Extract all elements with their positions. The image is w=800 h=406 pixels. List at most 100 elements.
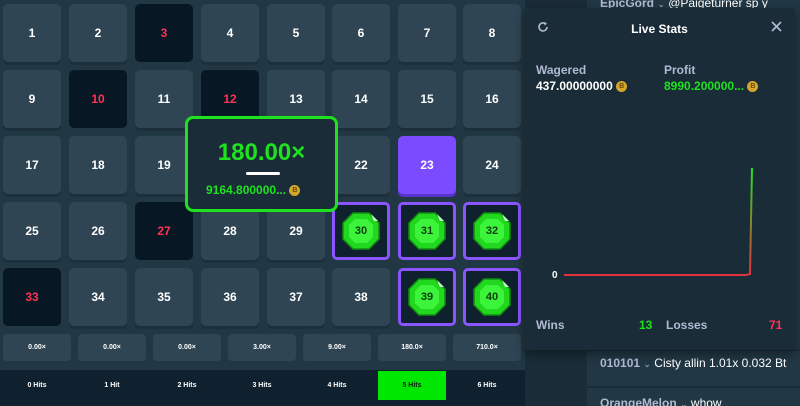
- losses-label: Losses: [666, 318, 708, 332]
- hits-row: 0 Hits 1 Hit 2 Hits 3 Hits 4 Hits 5 Hits 6 Hit…: [0, 370, 525, 406]
- payout-multiplier: 3.00×: [228, 334, 296, 361]
- profit-value: 8990.200000... B: [664, 79, 759, 93]
- tile-number: 40: [485, 291, 499, 303]
- keno-tile[interactable]: 16: [463, 70, 521, 128]
- keno-tile[interactable]: 34: [69, 268, 127, 326]
- coin-icon: B: [747, 81, 759, 93]
- keno-tile[interactable]: 23: [398, 136, 456, 194]
- gem-icon: 31: [407, 211, 447, 251]
- tile-number: 4: [226, 26, 234, 40]
- keno-tile[interactable]: 27: [135, 202, 193, 260]
- tile-number: 12: [223, 92, 237, 106]
- chevron-down-icon: ⌄: [680, 399, 688, 406]
- gem-icon: 40: [472, 277, 512, 317]
- tile-number: 34: [91, 290, 105, 304]
- keno-tile[interactable]: 4: [201, 4, 259, 62]
- profit-chart-svg: 0: [552, 167, 753, 281]
- keno-tile[interactable]: 25: [3, 202, 61, 260]
- keno-tile[interactable]: 35: [135, 268, 193, 326]
- wagered-value: 437.00000000 B: [536, 79, 628, 93]
- keno-tile[interactable]: 9: [3, 70, 61, 128]
- keno-tile[interactable]: 7: [398, 4, 456, 62]
- tile-number: 36: [223, 290, 237, 304]
- chat-message: 010101 ⌄ Cisty allin 1.01x 0.032 Bt: [600, 356, 786, 370]
- keno-tile[interactable]: 2: [69, 4, 127, 62]
- wagered-label: Wagered: [536, 63, 587, 77]
- tile-number: 23: [420, 158, 434, 172]
- gem-icon: 30: [341, 211, 381, 251]
- chat-text: Cisty allin 1.01x 0.032 Bt: [654, 356, 787, 370]
- hits-count-cell: 1 Hit: [104, 382, 120, 389]
- tile-number: 13: [289, 92, 303, 106]
- keno-tile[interactable]: 38: [332, 268, 390, 326]
- close-icon[interactable]: [770, 20, 783, 38]
- chart-zero-label: 0: [552, 270, 558, 281]
- keno-tile[interactable]: 33: [3, 268, 61, 326]
- keno-tile[interactable]: 26: [69, 202, 127, 260]
- keno-tile[interactable]: 40: [463, 268, 521, 326]
- tile-number: 26: [91, 224, 105, 238]
- keno-tile[interactable]: 14: [332, 70, 390, 128]
- chat-divider: [587, 386, 800, 388]
- keno-tile[interactable]: 5: [267, 4, 325, 62]
- payout-multiplier: 9.00×: [303, 334, 371, 361]
- keno-tile[interactable]: 17: [3, 136, 61, 194]
- tile-number: 22: [354, 158, 368, 172]
- chevron-down-icon: ⌄: [643, 359, 651, 369]
- profit-amount: 8990.200000...: [664, 79, 745, 93]
- win-amount: 9164.800000... B: [206, 183, 301, 197]
- chat-message: OrangeMelon ⌄ whow: [600, 396, 722, 406]
- profit-spike-line: [745, 167, 753, 276]
- keno-tile[interactable]: 6: [332, 4, 390, 62]
- hits-count-cell: 5 Hits: [378, 371, 446, 400]
- tile-number: 7: [423, 26, 431, 40]
- hits-count-cell: 2 Hits: [177, 382, 197, 389]
- tile-number: 32: [485, 225, 499, 237]
- root: EpicGord ⌄ @Paigeturner sp y 010101 ⌄ Ci…: [0, 0, 800, 406]
- payout-multiplier: 0.00×: [78, 334, 146, 361]
- keno-tile[interactable]: 22: [332, 136, 390, 194]
- gem-icon: 39: [407, 277, 447, 317]
- keno-tile[interactable]: 39: [398, 268, 456, 326]
- tile-number: 10: [91, 92, 105, 106]
- keno-tile[interactable]: 10: [69, 70, 127, 128]
- coin-icon: B: [616, 81, 628, 93]
- keno-tile[interactable]: 18: [69, 136, 127, 194]
- keno-tile[interactable]: 37: [267, 268, 325, 326]
- payout-multiplier: 710.0×: [453, 334, 521, 361]
- profit-label: Profit: [664, 63, 696, 77]
- keno-tile[interactable]: 15: [398, 70, 456, 128]
- payout-row: 0.00× 0.00× 0.00× 3.00× 9.00× 180.0× 710.0×: [0, 331, 525, 366]
- tile-number: 5: [292, 26, 300, 40]
- win-amount-value: 9164.800000...: [206, 183, 287, 197]
- payout-multiplier: 0.00×: [153, 334, 221, 361]
- keno-tile[interactable]: 3: [135, 4, 193, 62]
- tile-number: 27: [157, 224, 171, 238]
- losses-value: 71: [769, 318, 783, 332]
- keno-tile[interactable]: 11: [135, 70, 193, 128]
- tile-number: 15: [420, 92, 434, 106]
- tile-number: 39: [420, 291, 434, 303]
- payout-multiplier: 0.00×: [3, 334, 71, 361]
- keno-tile[interactable]: 32: [463, 202, 521, 260]
- keno-tile[interactable]: 24: [463, 136, 521, 194]
- tile-number: 19: [157, 158, 171, 172]
- keno-tile[interactable]: 31: [398, 202, 456, 260]
- chat-username[interactable]: OrangeMelon: [600, 396, 677, 406]
- tile-number: 6: [357, 26, 365, 40]
- tile-number: 3: [160, 26, 168, 40]
- payout-multiplier: 180.0×: [378, 334, 446, 361]
- wins-value: 13: [639, 318, 653, 332]
- keno-tile[interactable]: 1: [3, 4, 61, 62]
- wins-label: Wins: [536, 318, 565, 332]
- keno-tile[interactable]: 8: [463, 4, 521, 62]
- tile-number: 2: [94, 26, 102, 40]
- tile-number: 38: [354, 290, 368, 304]
- tile-number: 18: [91, 158, 105, 172]
- tile-number: 29: [289, 224, 303, 238]
- keno-tile[interactable]: 36: [201, 268, 259, 326]
- keno-tile[interactable]: 30: [332, 202, 390, 260]
- live-stats-panel: Live Stats Wagered 437.00000000 B Profit…: [524, 8, 795, 350]
- chat-username[interactable]: 010101: [600, 356, 640, 370]
- gem-icon: 32: [472, 211, 512, 251]
